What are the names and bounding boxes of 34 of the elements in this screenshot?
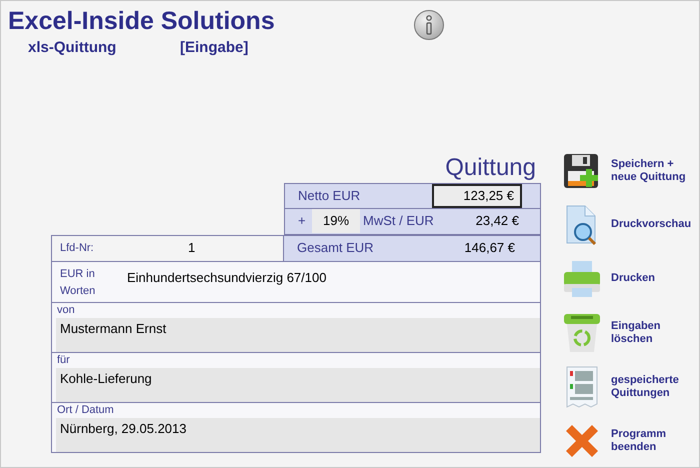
input-field[interactable]: Mustermann Ernst <box>56 318 540 352</box>
field-label: für <box>57 352 71 368</box>
printer-icon <box>562 260 602 298</box>
app-subtitle: xls-Quittung <box>28 38 118 58</box>
number-label: Lfd-Nr: <box>60 240 95 256</box>
total-label: Gesamt EUR <box>297 239 375 258</box>
action-button[interactable]: Programm beenden <box>561 418 692 464</box>
field-label: von <box>57 302 76 318</box>
document-magnifier-icon <box>565 204 599 244</box>
info-button[interactable] <box>414 10 444 40</box>
action-button[interactable]: Drucken <box>561 256 692 302</box>
netto-field[interactable]: 123,25 € <box>432 184 522 208</box>
action-button[interactable]: gespeicherte Quittungen <box>561 364 692 410</box>
floppy-disk-plus-icon <box>563 152 601 188</box>
recycle-bin-icon <box>563 312 601 352</box>
netto-label: Netto EUR <box>298 186 362 205</box>
words-value: Einhundertsechsundvierzig 67/100 <box>127 268 326 287</box>
number-value: 1 <box>188 239 196 258</box>
info-icon <box>424 15 434 35</box>
document-list-icon <box>565 366 599 408</box>
total-value: 146,67 € <box>463 239 515 258</box>
action-button[interactable]: Speichern + neue Quittung <box>561 148 692 194</box>
vat-label: MwSt / EUR <box>363 212 435 230</box>
plus-sign: + <box>298 212 307 230</box>
mode-label: [Eingabe] <box>180 38 248 58</box>
action-button[interactable]: Druckvorschau <box>561 202 692 248</box>
field-label: Ort / Datum <box>57 402 115 418</box>
vat-rate-field[interactable]: 19% <box>312 209 360 233</box>
input-field[interactable]: Kohle-Lieferung <box>56 368 540 402</box>
vat-value: 23,42 € <box>474 212 519 230</box>
action-button[interactable]: Eingaben löschen <box>561 310 692 356</box>
receipt-title: Quittung <box>445 152 536 182</box>
input-field[interactable]: Nürnberg, 29.05.2013 <box>56 418 540 452</box>
app-title: Excel-Inside Solutions <box>8 6 276 37</box>
